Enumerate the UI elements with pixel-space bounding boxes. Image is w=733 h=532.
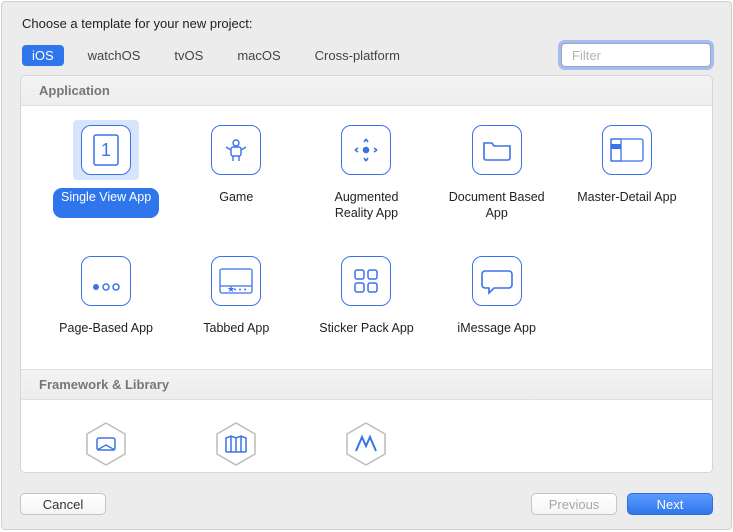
toolbar: iOS watchOS tvOS macOS Cross-platform [2,43,731,75]
template-master-detail-app[interactable]: Master-Detail App [567,120,687,223]
svg-text:1: 1 [101,140,111,160]
template-augmented-reality-app[interactable]: Augmented Reality App [306,120,426,223]
ar-icon [341,125,391,175]
template-metal-library[interactable]: Metal Library [306,414,426,473]
single-view-app-icon: 1 [81,125,131,175]
dialog-prompt: Choose a template for your new project: [2,2,731,43]
tab-watchos[interactable]: watchOS [78,45,151,66]
template-label: Sticker Pack App [311,319,422,349]
folder-icon [472,125,522,175]
library-icon [212,420,260,468]
template-sticker-pack-app[interactable]: Sticker Pack App [306,251,426,349]
section-header-framework: Framework & Library [21,370,712,400]
imessage-icon [472,256,522,306]
previous-button: Previous [531,493,617,515]
master-detail-icon [602,125,652,175]
platform-tabs: iOS watchOS tvOS macOS Cross-platform [22,45,410,66]
template-single-view-app[interactable]: 1 Single View App [46,120,166,223]
cancel-button[interactable]: Cancel [20,493,106,515]
tab-ios[interactable]: iOS [22,45,64,66]
section-framework: Cocoa Touch Framework Cocoa Touch Static… [21,400,712,473]
template-document-based-app[interactable]: Document Based App [437,120,557,223]
page-based-icon [81,256,131,306]
metal-icon [342,420,390,468]
new-project-template-dialog: Choose a template for your new project: … [1,1,732,530]
template-label: Master-Detail App [569,188,684,218]
tab-cross-platform[interactable]: Cross-platform [305,45,410,66]
filter-input[interactable] [572,48,733,63]
template-label: Tabbed App [195,319,277,349]
template-game[interactable]: Game [176,120,296,223]
framework-icon [82,420,130,468]
template-canvas: Application 1 Single View App Game Augme… [20,75,713,473]
svg-text:★: ★ [227,284,235,294]
tab-tvos[interactable]: tvOS [164,45,213,66]
template-label: Single View App [53,188,159,218]
template-page-based-app[interactable]: Page-Based App [46,251,166,349]
template-label: Game [211,188,261,218]
template-label: iMessage App [449,319,544,349]
game-icon [211,125,261,175]
template-label: Document Based App [437,188,557,223]
sticker-pack-icon [341,256,391,306]
template-cocoa-touch-framework[interactable]: Cocoa Touch Framework [46,414,166,473]
section-header-application: Application [21,76,712,106]
section-application: 1 Single View App Game Augmented Reality… [21,106,712,370]
tabbed-icon: ★ [211,256,261,306]
filter-field[interactable] [561,43,711,67]
tab-macos[interactable]: macOS [227,45,290,66]
template-label: Augmented Reality App [306,188,426,223]
template-imessage-app[interactable]: iMessage App [437,251,557,349]
next-button[interactable]: Next [627,493,713,515]
template-cocoa-touch-static-library[interactable]: Cocoa Touch Static Library [176,414,296,473]
template-tabbed-app[interactable]: ★ Tabbed App [176,251,296,349]
footer: Cancel Previous Next [2,483,731,529]
template-label: Page-Based App [51,319,161,349]
